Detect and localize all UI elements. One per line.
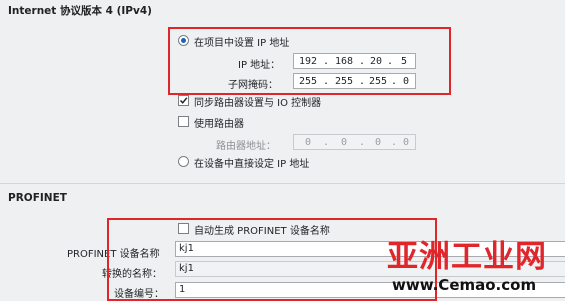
sync-router-checkbox[interactable] bbox=[178, 95, 189, 106]
set-in-project-radio[interactable] bbox=[178, 35, 189, 46]
subnet-octet-4: 0 bbox=[402, 75, 410, 87]
profinet-section-title: PROFINET bbox=[8, 192, 67, 204]
subnet-mask-label: 子网掩码： bbox=[228, 80, 278, 91]
ip-address-input[interactable]: 192. 168. 20. 5 bbox=[293, 53, 416, 69]
auto-generate-name-checkbox[interactable] bbox=[178, 223, 189, 234]
sync-router-label: 同步路由器设置与 IO 控制器 bbox=[194, 98, 322, 109]
router-octet-4: 0 bbox=[402, 136, 410, 148]
router-octet-1: 0 bbox=[304, 136, 312, 148]
checkmark-icon bbox=[179, 97, 188, 104]
ip-address-label: IP 地址： bbox=[238, 60, 281, 71]
use-router-label: 使用路由器 bbox=[194, 119, 244, 130]
section-divider bbox=[0, 183, 565, 184]
router-octet-3: 0 bbox=[374, 136, 382, 148]
subnet-octet-2: 255 bbox=[334, 75, 354, 87]
ip-octet-4: 5 bbox=[400, 55, 408, 67]
device-name-label: PROFINET 设备名称 bbox=[67, 249, 160, 260]
router-octet-2: 0 bbox=[340, 136, 348, 148]
router-address-label: 路由器地址： bbox=[216, 141, 276, 152]
use-router-checkbox[interactable] bbox=[178, 116, 189, 127]
subnet-mask-input[interactable]: 255. 255. 255. 0 bbox=[293, 73, 416, 89]
ip-octet-3: 20 bbox=[369, 55, 383, 67]
ip-octet-1: 192 bbox=[298, 55, 318, 67]
device-number-label: 设备编号： bbox=[114, 289, 164, 300]
ip-octet-2: 168 bbox=[334, 55, 354, 67]
set-on-device-radio[interactable] bbox=[178, 156, 189, 167]
subnet-octet-1: 255 bbox=[298, 75, 318, 87]
ipv4-section-title: Internet 协议版本 4 (IPv4) bbox=[8, 5, 152, 17]
router-address-input[interactable]: 0. 0. 0. 0 bbox=[293, 134, 416, 150]
watermark-url: www.Cemao.com bbox=[392, 276, 537, 294]
auto-generate-name-label: 自动生成 PROFINET 设备名称 bbox=[194, 226, 330, 237]
converted-name-label: 转换的名称： bbox=[102, 269, 162, 280]
set-in-project-label: 在项目中设置 IP 地址 bbox=[194, 38, 290, 49]
set-on-device-label: 在设备中直接设定 IP 地址 bbox=[194, 159, 310, 170]
watermark-logo-text: 亚洲工业网 bbox=[387, 239, 547, 275]
subnet-octet-3: 255 bbox=[368, 75, 388, 87]
